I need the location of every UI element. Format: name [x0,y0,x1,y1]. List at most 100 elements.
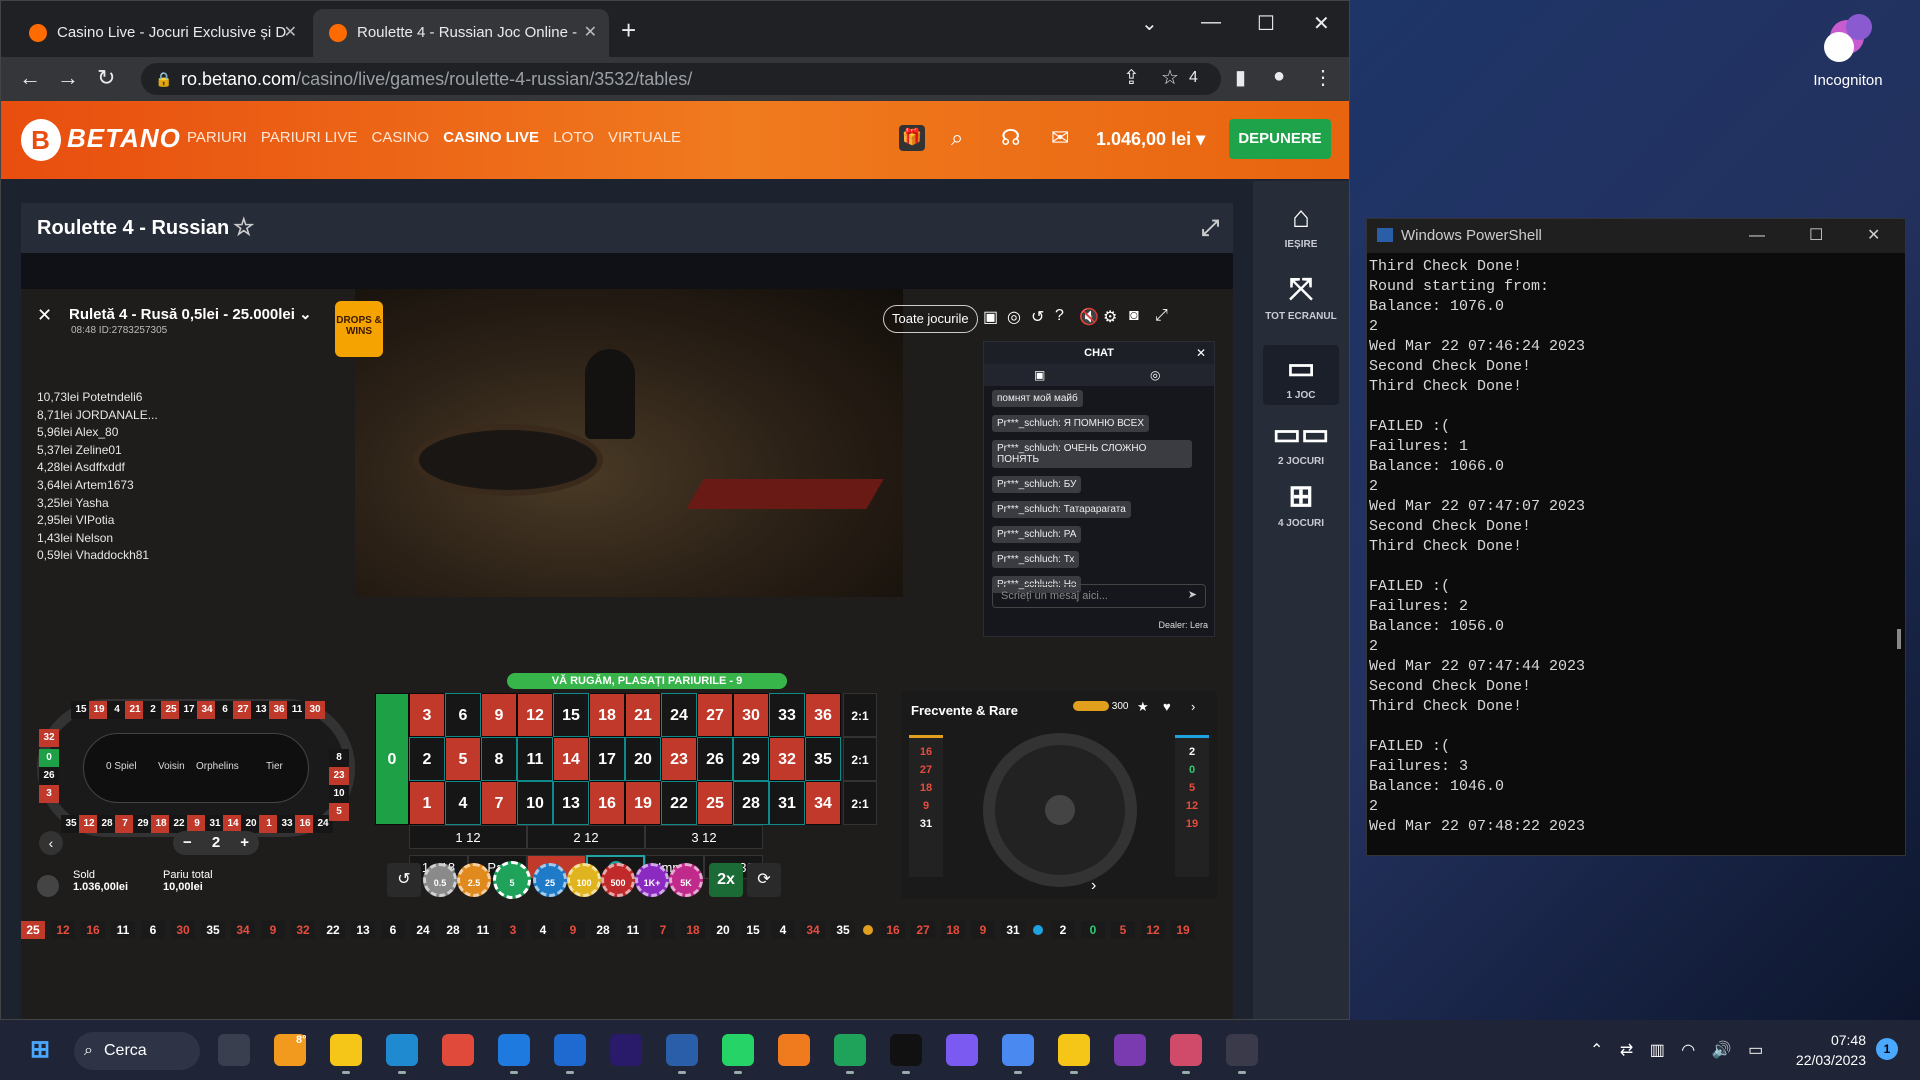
share-icon[interactable]: ⇪ [1123,65,1140,90]
bet-number[interactable]: 20 [625,737,661,781]
race-number[interactable]: 2 [143,701,163,719]
chip-500[interactable]: 500 [601,863,635,897]
minus-icon[interactable]: − [183,831,192,855]
bet-number[interactable]: 13 [553,781,589,825]
after-effects-icon[interactable] [610,1034,642,1066]
chat-icon[interactable]: ▣ [983,307,998,327]
bet-zero[interactable]: 0 [375,693,409,825]
bet-number[interactable]: 10 [517,781,553,825]
activity-icon[interactable]: ▥ [1650,1042,1665,1059]
race-number[interactable]: 29 [133,815,153,833]
side-panel-icon[interactable]: ▮ [1235,65,1246,90]
chip-1k[interactable]: 1K+ [635,863,669,897]
forward-icon[interactable]: → [57,65,79,91]
nav-casino[interactable]: CASINO [372,129,430,146]
deposit-button[interactable]: DEPUNERE [1229,119,1331,159]
bet-number[interactable]: 7 [481,781,517,825]
race-number[interactable]: 0 [39,749,59,767]
chat-input[interactable]: Scrieți un mesaj aici... ➤ [992,584,1206,608]
aitl-icon[interactable] [834,1034,866,1074]
bet-number[interactable]: 31 [769,781,805,825]
bet-multiplier-stepper[interactable]: − 2 + [173,831,259,855]
bet-number[interactable]: 2 [409,737,445,781]
bet-number[interactable]: 15 [553,693,589,737]
nav-pariuri-live[interactable]: PARIURI LIVE [261,129,357,146]
figma-icon[interactable] [946,1034,978,1066]
bet-number[interactable]: 35 [805,737,841,781]
chip-100[interactable]: 100 [567,863,601,897]
sidebar-exit[interactable]: ⌂ IEȘIRE [1253,201,1349,250]
nav-loto[interactable]: LOTO [553,129,594,146]
chip-5[interactable]: 5 [493,861,531,899]
race-number[interactable]: 11 [287,701,307,719]
history-icon[interactable]: ↺ [1031,307,1044,327]
tray-chevron-icon[interactable]: ⌃ [1590,1042,1603,1059]
battery-icon[interactable]: ▭ [1748,1042,1763,1059]
plus-icon[interactable]: + [240,831,249,855]
chrome-alt-icon[interactable] [1002,1034,1034,1074]
snip-icon[interactable] [1170,1034,1202,1074]
bet-number[interactable]: 4 [445,781,481,825]
dozen-2[interactable]: 2 12 [527,825,645,849]
wifi-icon[interactable]: ◠ [1681,1042,1695,1059]
race-number[interactable]: 18 [151,815,171,833]
drops-wins-badge[interactable]: DROPS & WINS [335,301,383,357]
new-tab-icon[interactable]: + [621,15,636,46]
bot-icon[interactable] [1058,1034,1090,1074]
powershell-output[interactable]: Third Check Done! Round starting from: B… [1367,253,1905,837]
address-bar[interactable]: 🔒 ro.betano.com/casino/live/games/roulet… [141,63,1221,95]
table-name-dropdown[interactable]: Ruletă 4 - Rusă 0,5lei - 25.000lei ⌄ [69,305,312,323]
race-number[interactable]: 12 [79,815,99,833]
close-tab-icon[interactable]: ✕ [584,9,597,57]
favorite-star-icon[interactable]: ☆ [233,213,255,242]
dozen-3[interactable]: 3 12 [645,825,763,849]
chat-tab-icon[interactable]: ▣ [1034,368,1045,382]
explorer-icon[interactable] [330,1034,362,1074]
weather-icon[interactable]: 8° [274,1034,307,1066]
back-icon[interactable]: ← [19,65,41,91]
double-button[interactable]: 2x [709,863,743,897]
star-icon[interactable]: ★ [1137,699,1149,715]
race-number[interactable]: 36 [269,701,289,719]
nav-virtuale[interactable]: VIRTUALE [608,129,681,146]
bet-number[interactable]: 27 [697,693,733,737]
bet-number[interactable]: 6 [445,693,481,737]
column-bet-top[interactable]: 2:1 [843,693,877,737]
profile-icon[interactable]: ● [1273,65,1285,88]
race-number[interactable]: 1 [259,815,279,833]
dozen-1[interactable]: 1 12 [409,825,527,849]
race-number[interactable]: 17 [179,701,199,719]
bet-number[interactable]: 32 [769,737,805,781]
race-number[interactable]: 26 [39,767,59,785]
start-icon[interactable]: ⊞ [24,1034,56,1066]
bet-number[interactable]: 8 [481,737,517,781]
menu-icon[interactable]: ⋮ [1313,65,1333,90]
race-orphelins[interactable]: Orphelins [196,761,239,772]
bet-number[interactable]: 26 [697,737,733,781]
race-number[interactable]: 7 [115,815,135,833]
next-arrow-icon[interactable]: › [1191,699,1195,714]
race-number[interactable]: 35 [61,815,81,833]
network-settings-icon[interactable]: ⇄ [1620,1042,1633,1059]
whatsapp-icon[interactable] [722,1034,754,1074]
chrome-icon[interactable] [442,1034,474,1066]
nav-casino-live[interactable]: CASINO LIVE [443,129,539,146]
close-game-icon[interactable]: ✕ [37,305,52,326]
obs-icon[interactable] [1226,1034,1258,1074]
bet-number[interactable]: 33 [769,693,805,737]
race-number[interactable]: 8 [329,749,349,767]
race-number[interactable]: 15 [71,701,91,719]
undo-icon[interactable]: ↺ [387,863,421,897]
store-icon[interactable] [498,1034,530,1074]
bet-number[interactable]: 34 [805,781,841,825]
bet-number[interactable]: 18 [589,693,625,737]
race-number[interactable]: 32 [39,729,59,747]
chip-2-5[interactable]: 2.5 [457,863,491,897]
ps-maximize-icon[interactable]: ☐ [1809,219,1823,253]
bet-number[interactable]: 5 [445,737,481,781]
repeat-icon[interactable]: ⟳ [747,863,781,897]
bet-number[interactable]: 11 [517,737,553,781]
account-balance[interactable]: 1.046,00 lei ▾ [1096,129,1205,150]
bet-number[interactable]: 16 [589,781,625,825]
minimize-icon[interactable]: — [1201,11,1221,34]
